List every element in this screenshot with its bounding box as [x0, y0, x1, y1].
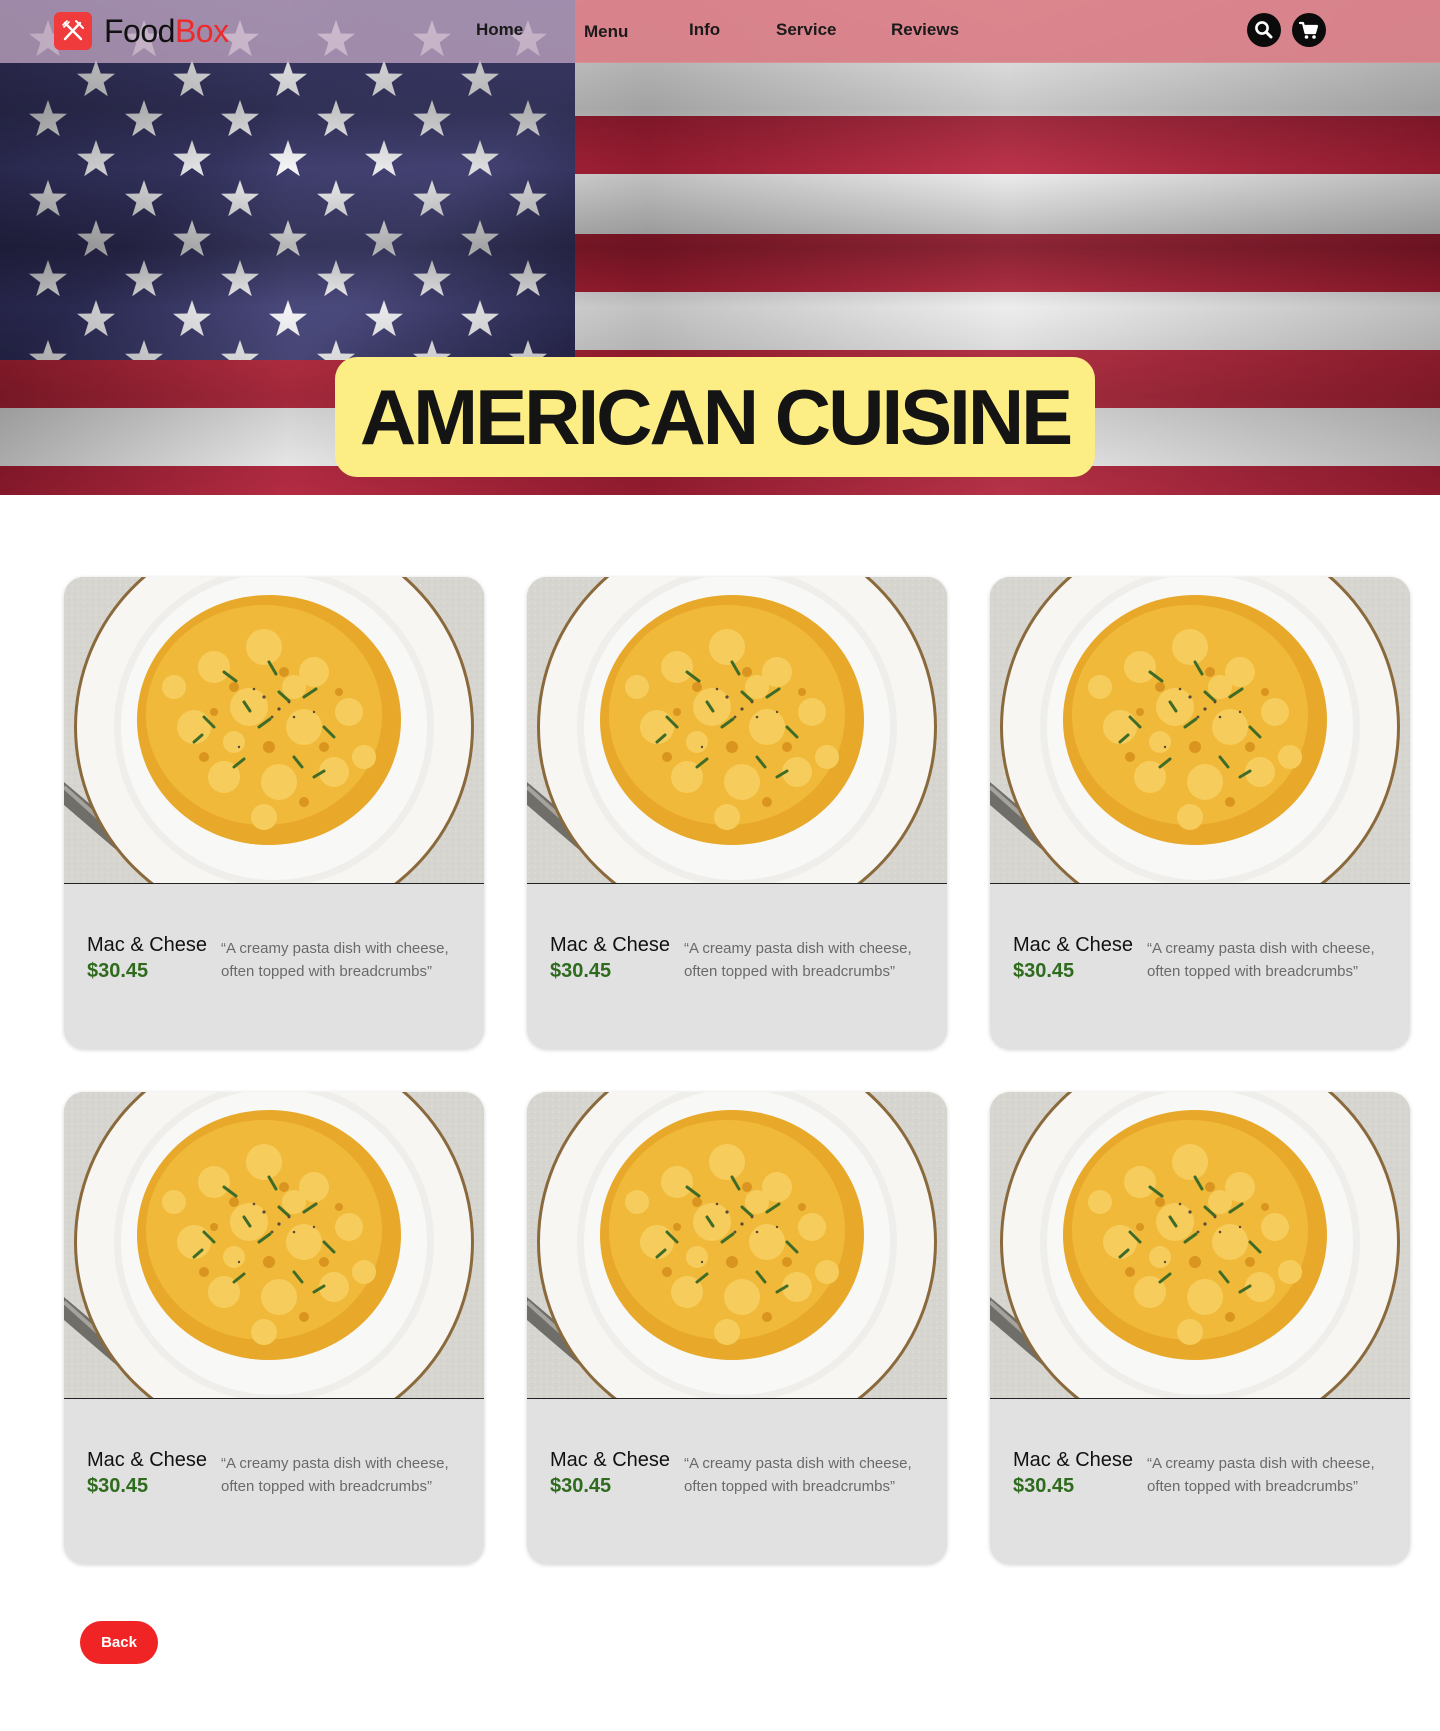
flag-star	[77, 140, 115, 177]
brand-name-part1: Food	[104, 12, 175, 49]
flag-star	[173, 300, 211, 337]
flag-star	[509, 180, 547, 217]
menu-card[interactable]: Mac & Chese $30.45 “A creamy pasta dish …	[64, 1092, 484, 1564]
dish-name: Mac & Chese	[87, 934, 208, 956]
flag-star	[365, 60, 403, 97]
flag-star	[125, 180, 163, 217]
dish-price: $30.45	[87, 960, 149, 982]
flag-star	[29, 340, 67, 360]
dish-price: $30.45	[1013, 960, 1075, 982]
flag-star	[365, 300, 403, 337]
flag-star	[173, 60, 211, 97]
dish-price: $30.45	[87, 1475, 149, 1497]
menu-card[interactable]: Mac & Chese $30.45 “A creamy pasta dish …	[990, 1092, 1410, 1564]
flag-star	[77, 300, 115, 337]
hero-title: AMERICAN CUISINE	[359, 372, 1073, 461]
flag-star	[125, 340, 163, 360]
dish-description: “A creamy pasta dish with cheese, often …	[684, 940, 912, 980]
menu-card[interactable]: Mac & Chese $30.45 “A creamy pasta dish …	[64, 577, 484, 1049]
flag-star	[269, 140, 307, 177]
flag-star	[461, 220, 499, 257]
flag-star	[461, 60, 499, 97]
fork-knife-icon	[54, 12, 92, 50]
flag-star	[221, 260, 259, 297]
dish-name: Mac & Chese	[1013, 934, 1134, 956]
flag-star	[29, 260, 67, 297]
dish-image	[527, 1092, 947, 1399]
back-button[interactable]: Back	[80, 1621, 158, 1664]
nav-link-menu[interactable]: Menu	[584, 22, 628, 42]
dish-name: Mac & Chese	[550, 934, 671, 956]
flag-star	[221, 180, 259, 217]
flag-star	[413, 180, 451, 217]
dish-description: “A creamy pasta dish with cheese, often …	[1147, 1455, 1375, 1495]
menu-card[interactable]: Mac & Chese $30.45 “A creamy pasta dish …	[990, 577, 1410, 1049]
flag-star	[221, 100, 259, 137]
dish-description: “A creamy pasta dish with cheese, often …	[221, 940, 449, 980]
top-navbar: FoodBox Home Menu Info Service Reviews	[0, 0, 1440, 63]
flag-star	[221, 340, 259, 360]
dish-description: “A creamy pasta dish with cheese, often …	[221, 1455, 449, 1495]
dish-price: $30.45	[1013, 1475, 1075, 1497]
dish-name: Mac & Chese	[87, 1449, 208, 1471]
flag-star	[317, 340, 355, 360]
flag-star	[269, 60, 307, 97]
flag-star	[317, 260, 355, 297]
dish-price: $30.45	[550, 1475, 612, 1497]
flag-star	[125, 260, 163, 297]
flag-star	[77, 60, 115, 97]
dish-image	[990, 1092, 1410, 1399]
search-icon[interactable]	[1247, 13, 1281, 47]
flag-star	[29, 180, 67, 217]
dish-image	[64, 1092, 484, 1399]
flag-star	[413, 260, 451, 297]
menu-card[interactable]: Mac & Chese $30.45 “A creamy pasta dish …	[527, 577, 947, 1049]
dish-description: “A creamy pasta dish with cheese, often …	[1147, 940, 1375, 980]
flag-star	[509, 260, 547, 297]
nav-link-home[interactable]: Home	[476, 20, 523, 40]
flag-star	[461, 140, 499, 177]
flag-star	[173, 140, 211, 177]
dish-price: $30.45	[550, 960, 612, 982]
flag-star	[125, 100, 163, 137]
hero-title-box: AMERICAN CUISINE	[335, 357, 1095, 477]
nav-link-service[interactable]: Service	[776, 20, 837, 40]
flag-star	[317, 100, 355, 137]
nav-link-info[interactable]: Info	[689, 20, 720, 40]
dish-name: Mac & Chese	[550, 1449, 671, 1471]
flag-star	[365, 140, 403, 177]
brand-logo[interactable]: FoodBox	[54, 12, 229, 50]
dish-name: Mac & Chese	[1013, 1449, 1134, 1471]
flag-star	[509, 100, 547, 137]
flag-star	[77, 220, 115, 257]
flag-star	[269, 220, 307, 257]
flag-star	[461, 300, 499, 337]
dish-image	[527, 577, 947, 884]
flag-star	[365, 220, 403, 257]
nav-link-reviews[interactable]: Reviews	[891, 20, 959, 40]
cart-icon[interactable]	[1292, 13, 1326, 47]
brand-name-part2: Box	[174, 12, 229, 49]
flag-star	[173, 220, 211, 257]
flag-star	[317, 180, 355, 217]
dish-description: “A creamy pasta dish with cheese, often …	[684, 1455, 912, 1495]
dish-image	[990, 577, 1410, 884]
flag-star	[269, 300, 307, 337]
brand-name: FoodBox	[104, 13, 229, 50]
flag-star	[29, 100, 67, 137]
dish-image	[64, 577, 484, 884]
flag-star	[413, 100, 451, 137]
menu-card[interactable]: Mac & Chese $30.45 “A creamy pasta dish …	[527, 1092, 947, 1564]
